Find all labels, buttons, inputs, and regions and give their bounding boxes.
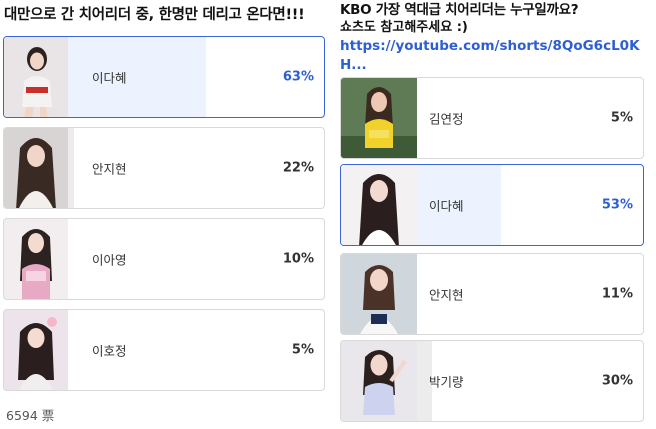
left-poll: 대만으로 간 치어리더 중, 한명만 데리고 온다면!!! 이다혜 63% 안지…	[0, 0, 330, 429]
shorts-link[interactable]: https://youtube.com/shorts/8QoG6cL0KH...	[340, 37, 650, 75]
poll-option-4[interactable]: 박기량 30%	[340, 340, 644, 422]
option-percent: 63%	[282, 69, 314, 85]
poll-title: KBO 가장 역대급 치어리더는 누구일까요?	[340, 2, 579, 18]
poll-option-1[interactable]: 이다혜 63%	[3, 36, 325, 118]
poll-option-2[interactable]: 이다혜 53%	[340, 164, 644, 246]
cheerleader-photo	[341, 78, 417, 158]
poll-option-4[interactable]: 이호정 5%	[3, 309, 325, 391]
option-percent: 30%	[601, 373, 633, 389]
option-name: 안지현	[92, 161, 127, 177]
option-name: 이다혜	[429, 198, 464, 214]
option-name: 이다혜	[92, 70, 127, 86]
cheerleader-photo	[341, 254, 417, 334]
option-percent: 10%	[282, 251, 314, 267]
poll-subtitle: 쇼츠도 참고해주세요 :)	[340, 20, 468, 35]
cheerleader-photo	[4, 128, 68, 208]
cheerleader-photo	[341, 341, 417, 421]
poll-title: 대만으로 간 치어리더 중, 한명만 데리고 온다면!!!	[4, 7, 305, 23]
option-percent: 11%	[601, 286, 633, 302]
option-name: 이아영	[92, 252, 127, 268]
option-percent: 5%	[291, 342, 314, 358]
option-name: 박기량	[429, 374, 464, 390]
cheerleader-photo	[4, 37, 68, 117]
vote-total: 6594 票	[6, 408, 55, 423]
poll-option-3[interactable]: 이아영 10%	[3, 218, 325, 300]
cheerleader-photo	[4, 219, 68, 299]
option-name: 김연정	[429, 111, 464, 127]
option-percent: 5%	[610, 110, 633, 126]
option-name: 이호정	[92, 343, 127, 359]
cheerleader-photo	[4, 310, 68, 390]
option-percent: 22%	[282, 160, 314, 176]
poll-option-3[interactable]: 안지현 11%	[340, 253, 644, 335]
option-percent: 53%	[601, 197, 633, 213]
poll-option-2[interactable]: 안지현 22%	[3, 127, 325, 209]
option-name: 안지현	[429, 287, 464, 303]
right-poll: KBO 가장 역대급 치어리더는 누구일까요? 쇼츠도 참고해주세요 :) ht…	[336, 0, 656, 429]
cheerleader-photo	[341, 165, 417, 245]
poll-option-1[interactable]: 김연정 5%	[340, 77, 644, 159]
